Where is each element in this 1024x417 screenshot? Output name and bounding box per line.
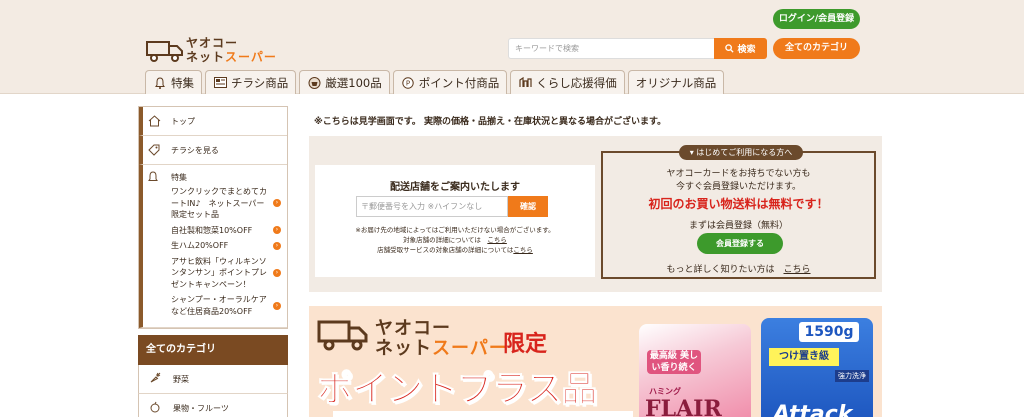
site-header: ヤオコー ネットスーパー ログイン/会員登録 キーワードで検索 検索 全てのカテ… bbox=[0, 0, 1024, 94]
member-detail-link[interactable]: こちら bbox=[784, 265, 811, 275]
feature-list: ワンクリックでまとめてカートIN♪ ネットスーパー限定セット品 › 自社製和惣菜1… bbox=[171, 186, 281, 317]
product-badge: 1590g bbox=[799, 322, 859, 342]
feature-link[interactable]: シャンプー・オーラルケアなど住居商品20%OFF › bbox=[171, 294, 281, 317]
sidebar-item-top[interactable]: トップ bbox=[139, 107, 287, 136]
zip-code-input[interactable]: 〒郵便番号を入力 ※ハイフンなし bbox=[356, 196, 508, 217]
arrow-right-icon: › bbox=[273, 268, 281, 277]
product-tag: つけ置き級 bbox=[769, 348, 839, 366]
tab-label: 厳選100品 bbox=[325, 75, 382, 90]
sidebar-menu: トップ チラシを見る 特集 ワンクリックでまとめてカートIN♪ ネットスーパー限… bbox=[138, 106, 288, 329]
preview-notice: ※こちらは見学画面です。 実際の価格・品揃え・在庫状況と異なる場合がございます。 bbox=[314, 117, 667, 127]
sidebar-item-label: トップ bbox=[171, 116, 195, 126]
product-name: Attack bbox=[773, 402, 853, 417]
sidebar: トップ チラシを見る 特集 ワンクリックでまとめてカートIN♪ ネットスーパー限… bbox=[138, 106, 288, 417]
basket-icon bbox=[307, 76, 321, 90]
store-finder: 配送店舗をご案内いたします 〒郵便番号を入力 ※ハイフンなし 確認 ※お届け先の… bbox=[315, 165, 595, 277]
member-more: もっと詳しく知りたい方は こちら bbox=[666, 265, 811, 275]
arrow-right-icon: › bbox=[273, 226, 281, 235]
store-note: 店舗受取サービスの対象店舗の詳細についてはこちら bbox=[377, 246, 533, 254]
arrow-right-icon: › bbox=[273, 199, 281, 208]
tab-label: くらし応援得価 bbox=[536, 75, 617, 90]
search-button[interactable]: 検索 bbox=[714, 38, 767, 59]
banner-brand-bottom: ネットスーパー bbox=[375, 338, 508, 359]
feature-link[interactable]: アサヒ飲料「ウィルキンソンタンサン」ポイントプレゼントキャンペーン！ › bbox=[171, 256, 281, 291]
search-icon bbox=[725, 44, 735, 53]
arrow-right-icon: › bbox=[273, 301, 281, 310]
sidebar-category-fruits[interactable]: 果物・フルーツ bbox=[138, 394, 288, 417]
tab-label: オリジナル商品 bbox=[635, 75, 717, 90]
member-text: ヤオコーカードをお持ちでない方も bbox=[666, 169, 811, 179]
feature-link[interactable]: ワンクリックでまとめてカートIN♪ ネットスーパー限定セット品 › bbox=[171, 186, 281, 221]
product-name: FLAIR bbox=[645, 396, 722, 417]
pickup-detail-link[interactable]: こちら bbox=[513, 246, 533, 254]
carrot-icon bbox=[149, 372, 161, 386]
info-panel: 配送店舗をご案内いたします 〒郵便番号を入力 ※ハイフンなし 確認 ※お届け先の… bbox=[309, 136, 882, 292]
apple-icon bbox=[149, 401, 161, 415]
store-detail-link[interactable]: こちら bbox=[487, 236, 507, 244]
tag-icon bbox=[147, 143, 161, 157]
tab-flyer[interactable]: チラシ商品 bbox=[205, 70, 297, 94]
tab-daily-value[interactable]: くらし応援得価 bbox=[510, 70, 625, 94]
logo-text-bottom: ネットスーパー bbox=[186, 50, 277, 64]
bell-icon bbox=[153, 76, 167, 90]
product-image-flair: 最高級 美しい香り続く ハミング FLAIR bbox=[639, 324, 751, 417]
banner-headline: ポイントプラス品 bbox=[316, 369, 597, 411]
home-icon bbox=[147, 114, 161, 128]
sidebar-category-vegetables[interactable]: 野菜 bbox=[138, 365, 288, 394]
sidebar-all-categories-heading: 全てのカテゴリ bbox=[138, 335, 288, 365]
banner-strip bbox=[333, 411, 633, 417]
product-image-attack: 1590g つけ置き級 強力洗浄 Attack bbox=[761, 318, 873, 417]
price-icon bbox=[518, 76, 532, 90]
bell-icon bbox=[147, 171, 161, 183]
svg-text:P: P bbox=[406, 79, 410, 87]
sidebar-feature-title: 特集 bbox=[171, 172, 187, 182]
sidebar-feature-section: 特集 ワンクリックでまとめてカートIN♪ ネットスーパー限定セット品 › 自社製和… bbox=[139, 165, 287, 328]
member-text: まずは会員登録（無料） bbox=[688, 221, 788, 231]
login-button[interactable]: ログイン/会員登録 bbox=[773, 9, 860, 29]
tab-label: ポイント付商品 bbox=[418, 75, 500, 90]
product-sub: 強力洗浄 bbox=[835, 370, 869, 382]
point-icon: P bbox=[401, 76, 415, 90]
tab-label: チラシ商品 bbox=[231, 75, 289, 90]
first-time-tag: ▾ はじめてご利用になる方へ bbox=[679, 145, 803, 160]
banner-limited: 限定 bbox=[503, 332, 548, 357]
site-logo[interactable]: ヤオコー ネットスーパー bbox=[146, 34, 276, 64]
all-categories-button[interactable]: 全てのカテゴリ bbox=[773, 38, 860, 59]
search-button-label: 検索 bbox=[737, 45, 756, 55]
promo-banner[interactable]: ヤオコー ネットスーパー 限定 ポイントプラス品 最高級 美しい香り続く ハミン… bbox=[309, 306, 882, 417]
sidebar-item-label: チラシを見る bbox=[171, 145, 219, 155]
member-text: 今すぐ会員登録いただけます。 bbox=[675, 182, 802, 192]
tab-selected-100[interactable]: 厳選100品 bbox=[299, 70, 390, 94]
product-label: 最高級 美しい香り続く bbox=[647, 350, 701, 374]
flyer-icon bbox=[213, 76, 227, 90]
free-shipping-text: 初回のお買い物送料は無料です！ bbox=[648, 197, 829, 211]
truck-icon bbox=[146, 41, 183, 62]
sidebar-category-label: 野菜 bbox=[173, 374, 189, 384]
arrow-right-icon: › bbox=[273, 241, 281, 250]
tab-feature[interactable]: 特集 bbox=[145, 70, 202, 94]
sidebar-category-label: 果物・フルーツ bbox=[173, 403, 229, 413]
store-note: ※お届け先の地域によってはご利用いただけない場合がございます。 bbox=[355, 226, 555, 234]
tab-label: 特集 bbox=[171, 75, 194, 90]
truck-icon bbox=[317, 320, 368, 351]
sidebar-item-flyer[interactable]: チラシを見る bbox=[139, 136, 287, 165]
store-note: 対象店舗の詳細については こちら bbox=[403, 236, 507, 244]
feature-link[interactable]: 自社製和惣菜10%OFF › bbox=[171, 225, 281, 237]
sidebar-feature-header: 特集 bbox=[147, 171, 281, 183]
store-finder-title: 配送店舗をご案内いたします bbox=[390, 182, 520, 193]
tab-original-products[interactable]: オリジナル商品 bbox=[627, 70, 725, 94]
search-input[interactable]: キーワードで検索 bbox=[508, 38, 714, 59]
feature-link[interactable]: 生ハム20%OFF › bbox=[171, 240, 281, 252]
zip-confirm-button[interactable]: 確認 bbox=[508, 196, 548, 217]
tab-point-products[interactable]: P ポイント付商品 bbox=[392, 70, 508, 94]
main-nav: 特集 チラシ商品 厳選100品 P ポイント付商品 くらし応援得価 オリジナル商… bbox=[145, 70, 725, 94]
register-button[interactable]: 会員登録する bbox=[697, 233, 783, 254]
member-signup-box: ▾ はじめてご利用になる方へ ヤオコーカードをお持ちでない方も 今すぐ会員登録い… bbox=[601, 145, 876, 279]
